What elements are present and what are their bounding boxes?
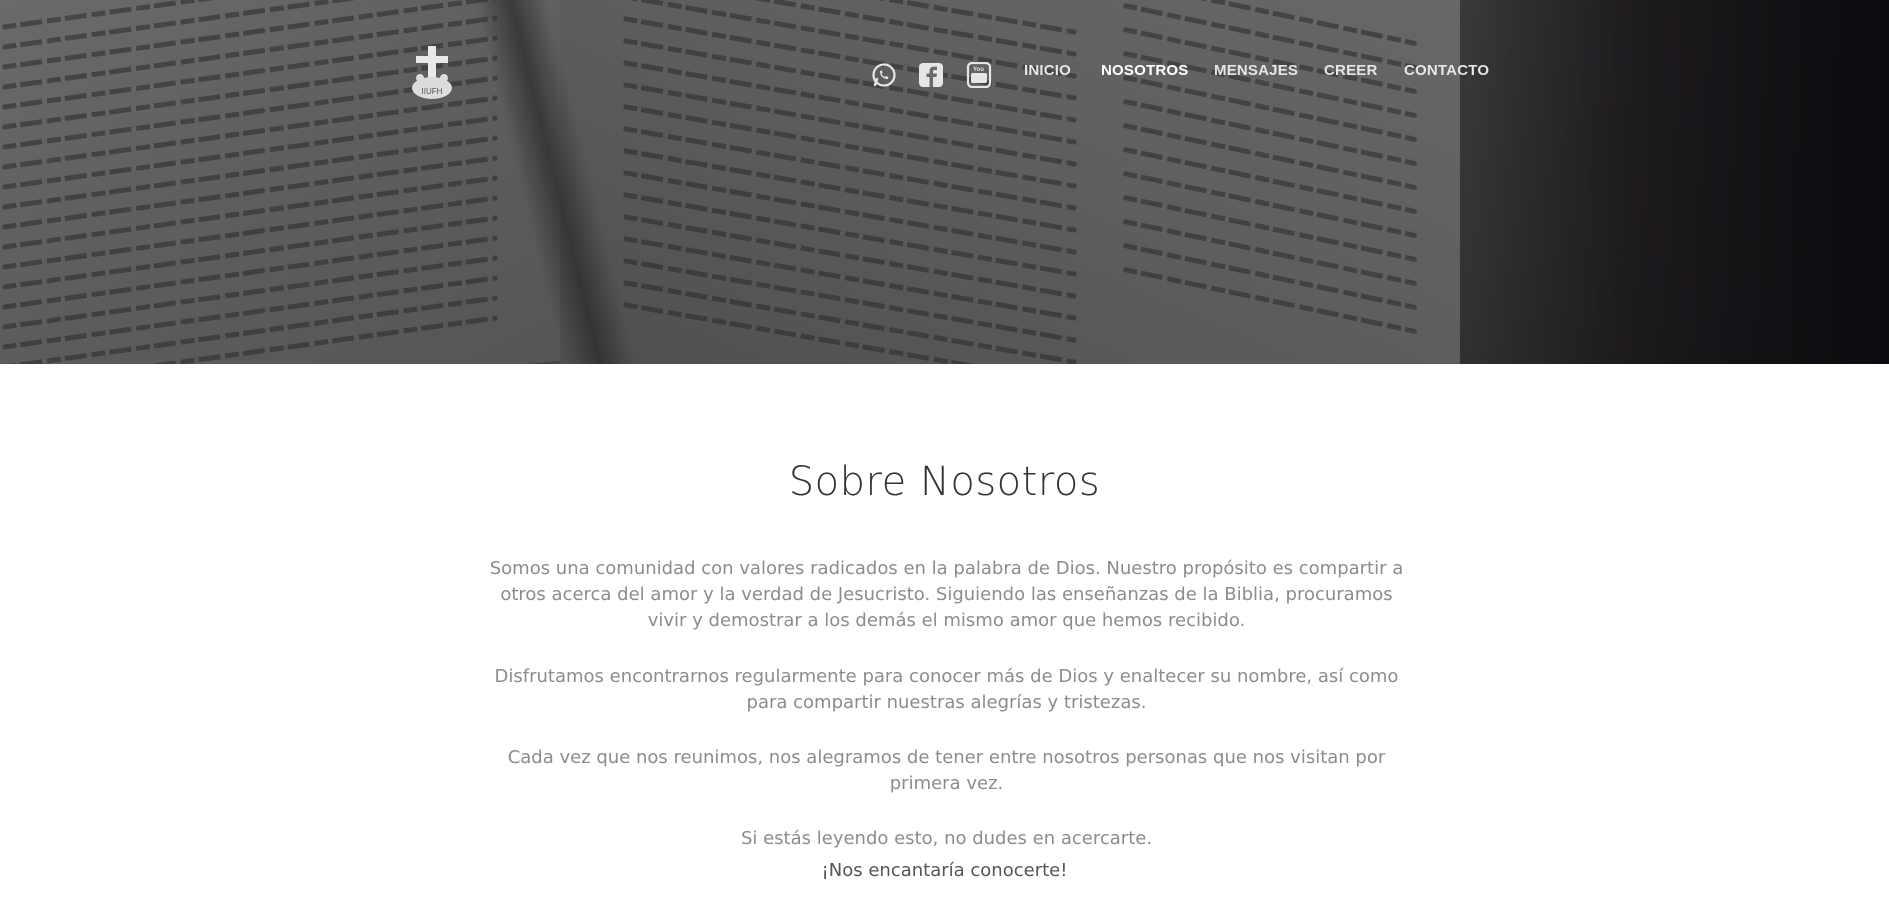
nav-inicio[interactable]: INICIO xyxy=(1024,62,1071,79)
page-title: Sobre Nosotros xyxy=(788,459,1101,505)
hero-banner xyxy=(0,0,1889,364)
nav-creer[interactable]: CREER xyxy=(1324,62,1378,79)
about-paragraph-3: Cada vez que nos reunimos, nos alegramos… xyxy=(507,747,1386,794)
about-paragraph-1: Somos una comunidad con valores radicado… xyxy=(489,558,1404,631)
svg-text:IIUFH: IIUFH xyxy=(422,87,443,96)
whatsapp-icon[interactable] xyxy=(871,62,897,88)
about-paragraph-4: Si estás leyendo esto, no dudes en acerc… xyxy=(740,828,1153,849)
cross-logo-icon: IIUFH xyxy=(412,46,452,99)
about-paragraph-2: Disfrutamos encontrarnos regularmente pa… xyxy=(494,666,1399,713)
closing-line: ¡Nos encantaría conocerte! xyxy=(821,860,1068,881)
hero-dark-edge xyxy=(1469,0,1889,364)
nav-nosotros[interactable]: NOSOTROS xyxy=(1101,62,1188,79)
nav-contacto[interactable]: CONTACTO xyxy=(1404,62,1489,79)
svg-text:You: You xyxy=(973,67,984,73)
nav-mensajes[interactable]: MENSAJES xyxy=(1214,62,1298,79)
site-logo[interactable]: IIUFH xyxy=(408,46,456,100)
youtube-icon[interactable]: You xyxy=(966,61,992,89)
facebook-icon[interactable] xyxy=(918,62,944,88)
